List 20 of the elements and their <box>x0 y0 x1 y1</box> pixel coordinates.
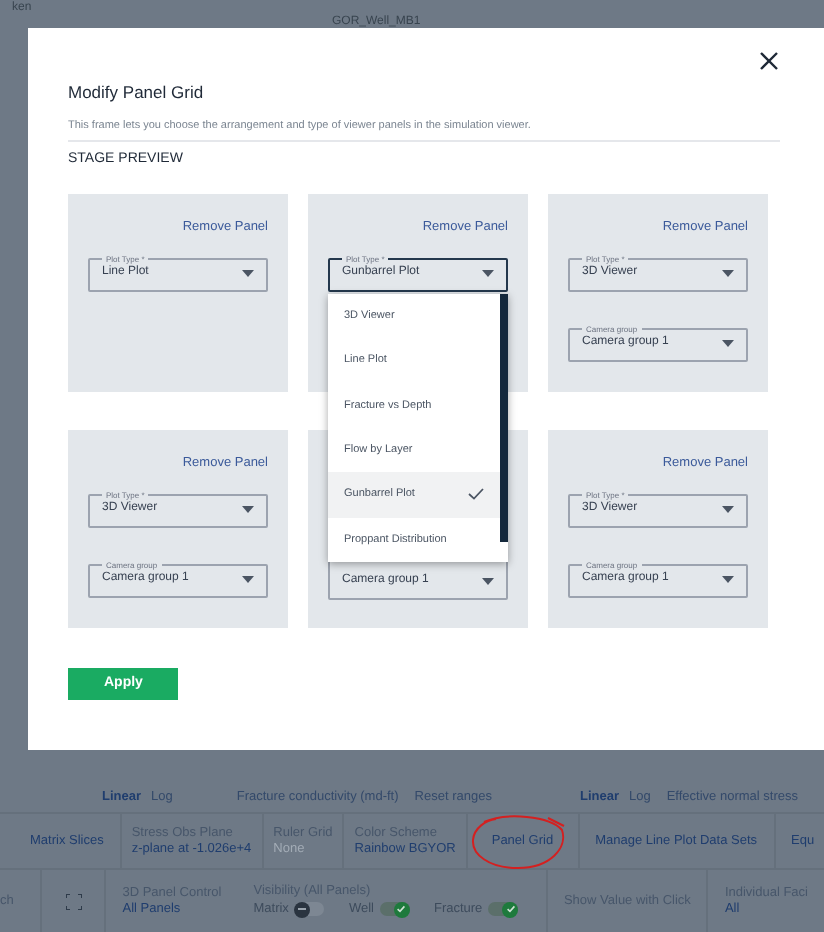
caret-icon <box>722 575 734 583</box>
check-icon <box>505 904 516 914</box>
dialog-title: Modify Panel Grid <box>68 80 206 104</box>
caret-icon <box>722 269 734 277</box>
caret-icon <box>482 577 494 585</box>
caret-icon <box>722 505 734 513</box>
scrollbar[interactable] <box>500 294 508 542</box>
toggle-switch[interactable] <box>379 902 410 916</box>
check-icon <box>468 488 484 501</box>
toggle-switch[interactable] <box>488 902 519 916</box>
caret-icon <box>482 269 494 277</box>
close-button[interactable] <box>756 48 780 72</box>
caret-icon <box>722 339 734 347</box>
toggle-switch[interactable] <box>294 902 325 916</box>
caret-icon <box>242 269 254 277</box>
caret-icon <box>242 575 254 583</box>
check-icon <box>396 904 407 914</box>
expand-icon[interactable] <box>65 893 82 909</box>
caret-icon <box>242 505 254 513</box>
close-icon <box>759 51 777 69</box>
